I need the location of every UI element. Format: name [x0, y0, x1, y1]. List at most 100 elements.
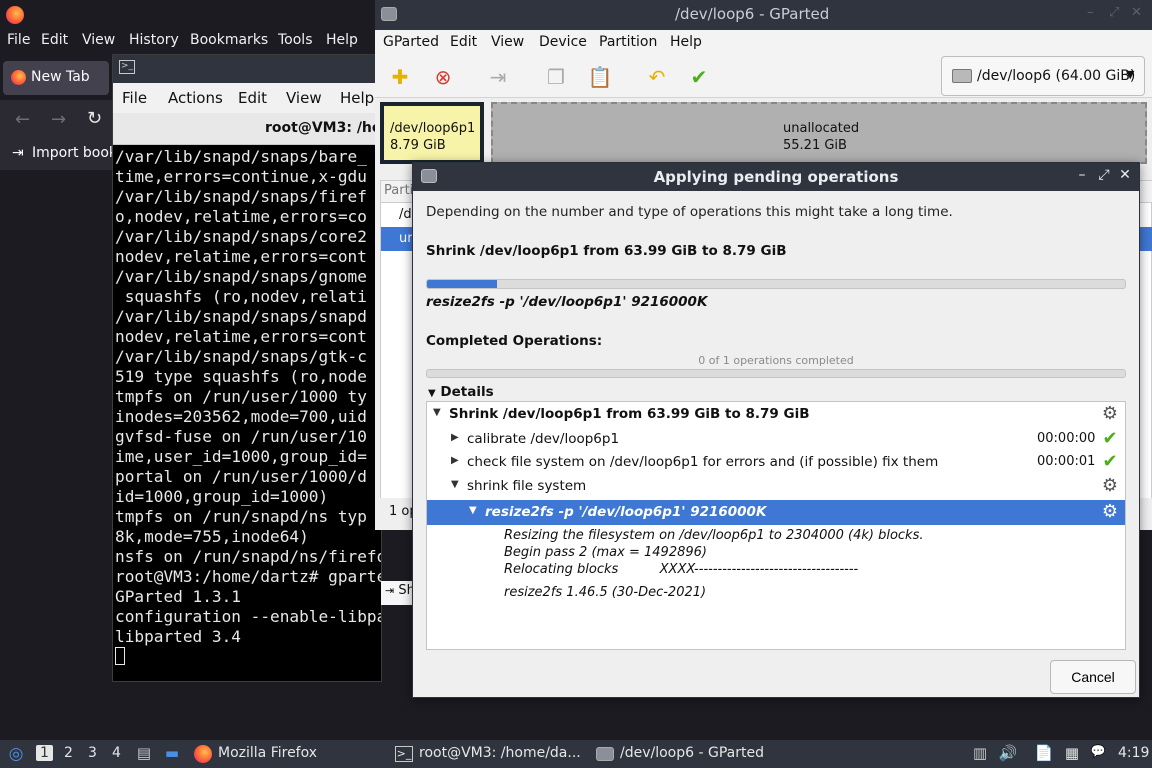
ff-menu-edit[interactable]: Edit: [41, 32, 68, 48]
current-command: resize2fs -p '/dev/loop6p1' 9216000K: [426, 294, 708, 310]
terminal-line: 519 type squashfs (ro,node: [115, 367, 367, 386]
undo-icon[interactable]: ↶: [642, 62, 672, 92]
clipboard-icon[interactable]: 📄: [1034, 744, 1054, 764]
term-menu-edit[interactable]: Edit: [238, 89, 267, 107]
expanded-arrow-icon[interactable]: ▼: [451, 479, 459, 490]
resize-output-line: resize2fs 1.46.5 (30-Dec-2021): [504, 585, 707, 600]
workspace-2[interactable]: 2: [64, 745, 73, 761]
term-menu-view[interactable]: View: [286, 89, 322, 107]
volume-icon[interactable]: 🔊: [998, 744, 1018, 764]
task-firefox[interactable]: Mozilla Firefox: [218, 745, 317, 761]
show-desktop-icon[interactable]: ▬: [162, 744, 182, 764]
terminal-line: /var/lib/snapd/snaps/firef: [115, 187, 367, 206]
apply-operations-dialog: Applying pending operations – ⤢ ✕ Depend…: [412, 162, 1140, 698]
gp-menu-view[interactable]: View: [491, 34, 524, 50]
collapsed-arrow-icon[interactable]: ▶: [451, 432, 459, 443]
firefox-task-icon: [194, 745, 212, 763]
terminal-line: nodev,relatime,errors=cont: [115, 327, 367, 346]
partition-block-unallocated[interactable]: unallocated 55.21 GiB: [491, 102, 1147, 164]
task-terminal[interactable]: root@VM3: /home/da...: [419, 745, 581, 761]
operation-progress-bar: [426, 279, 1126, 289]
start-menu-icon[interactable]: ◎: [6, 744, 26, 764]
collapsed-arrow-icon[interactable]: ▶: [451, 455, 459, 466]
terminal-line: /var/lib/snapd/snaps/gtk-c: [115, 347, 367, 366]
notification-icon[interactable]: 💬: [1088, 744, 1108, 764]
gp-menu-gparted[interactable]: GParted: [383, 34, 439, 50]
terminal-line: libparted 3.4: [115, 627, 241, 646]
terminal-line: o,nodev,relatime,errors=co: [115, 207, 367, 226]
ff-menu-tools[interactable]: Tools: [278, 32, 313, 48]
tree-row-root[interactable]: ▼ Shrink /dev/loop6p1 from 63.99 GiB to …: [427, 402, 1125, 426]
terminal-line: id=1000,group_id=1000): [115, 487, 329, 506]
tree-step3a-label: resize2fs -p '/dev/loop6p1' 9216000K: [485, 504, 767, 520]
expanded-arrow-icon[interactable]: ▼: [469, 505, 477, 516]
firefox-tab-icon: [11, 70, 26, 85]
partition-block-name: /dev/loop6p1: [390, 121, 476, 136]
resize-move-icon[interactable]: ⇥: [483, 62, 513, 92]
task-gparted[interactable]: /dev/loop6 - GParted: [620, 745, 764, 761]
details-expander[interactable]: ▼ Details: [428, 384, 494, 400]
workspace-3[interactable]: 3: [88, 745, 97, 761]
gp-menu-help[interactable]: Help: [670, 34, 702, 50]
firefox-tab-new-tab[interactable]: New Tab: [3, 61, 109, 95]
gp-menu-device[interactable]: Device: [539, 34, 587, 50]
network-icon[interactable]: ▦: [1062, 744, 1082, 764]
maximize-icon[interactable]: ⤢: [1109, 5, 1119, 20]
gp-menu-edit[interactable]: Edit: [450, 34, 477, 50]
paste-icon[interactable]: 📋: [585, 62, 615, 92]
clock[interactable]: 4:19: [1118, 745, 1149, 761]
back-arrow-icon[interactable]: ←: [15, 109, 30, 130]
pending-op-icon: ⇥: [385, 584, 395, 597]
gear-icon: ⚙: [1101, 403, 1119, 424]
device-selector[interactable]: /dev/loop6 (64.00 GiB) ▼: [941, 56, 1145, 96]
apply-icon[interactable]: ✔: [684, 62, 714, 92]
delete-partition-icon[interactable]: ⊗: [428, 62, 458, 92]
reload-icon[interactable]: ↻: [87, 108, 102, 129]
tree-row-check[interactable]: ▶ check file system on /dev/loop6p1 for …: [427, 450, 1125, 474]
gp-menu-partition[interactable]: Partition: [599, 34, 657, 50]
completed-operations-label: Completed Operations:: [426, 333, 603, 349]
dialog-maximize-icon[interactable]: ⤢: [1096, 167, 1112, 185]
file-manager-icon[interactable]: ▤: [134, 744, 154, 764]
terminal-line: tmpfs on /run/snapd/ns typ: [115, 507, 367, 526]
partition-block-loop6p1[interactable]: /dev/loop6p1 8.79 GiB: [380, 102, 484, 164]
forward-arrow-icon[interactable]: →: [51, 109, 66, 130]
close-icon[interactable]: ✕: [1131, 5, 1142, 20]
new-partition-icon[interactable]: ✚: [385, 62, 415, 92]
term-menu-actions[interactable]: Actions: [168, 89, 223, 107]
terminal-line: /var/lib/snapd/snaps/snapd: [115, 307, 367, 326]
current-operation: Shrink /dev/loop6p1 from 63.99 GiB to 8.…: [426, 243, 787, 259]
workspace-4[interactable]: 4: [112, 745, 121, 761]
tree-row-calibrate[interactable]: ▶ calibrate /dev/loop6p1 00:00:00 ✔: [427, 427, 1125, 451]
cancel-button[interactable]: Cancel: [1050, 660, 1136, 694]
terminal-line: time,errors=continue,x-gdu: [115, 167, 367, 186]
workspace-1[interactable]: 1: [36, 745, 53, 761]
terminal-line: /var/lib/snapd/snaps/bare_: [115, 147, 367, 166]
gparted-toolbar: ✚ ⊗ ⇥ ❐ 📋 ↶ ✔ /dev/loop6 (64.00 GiB) ▼: [375, 56, 1152, 98]
success-check-icon: ✔: [1102, 451, 1118, 472]
term-menu-help[interactable]: Help: [340, 89, 374, 107]
term-menu-file[interactable]: File: [122, 89, 147, 107]
gear-icon: ⚙: [1101, 475, 1119, 496]
terminal-menubar: File Actions Edit View Help: [113, 83, 383, 113]
expanded-arrow-icon[interactable]: ▼: [433, 407, 441, 418]
ff-menu-help[interactable]: Help: [326, 32, 358, 48]
ff-menu-history[interactable]: History: [129, 32, 179, 48]
ff-menu-file[interactable]: File: [7, 32, 30, 48]
terminal-line: /var/lib/snapd/snaps/gnome: [115, 267, 367, 286]
copy-icon[interactable]: ❐: [541, 62, 571, 92]
tree-root-label: Shrink /dev/loop6p1 from 63.99 GiB to 8.…: [449, 406, 810, 422]
tree-row-resize2fs[interactable]: ▼ resize2fs -p '/dev/loop6p1' 9216000K ⚙: [427, 500, 1125, 525]
dialog-close-icon[interactable]: ✕: [1117, 167, 1133, 185]
resize-output-line: Resizing the filesystem on /dev/loop6p1 …: [504, 528, 924, 543]
keyboard-layout-icon[interactable]: ▥: [970, 744, 990, 764]
ff-menu-view[interactable]: View: [82, 32, 115, 48]
minimize-icon[interactable]: –: [1087, 5, 1094, 20]
tree-row-shrink-fs[interactable]: ▼ shrink file system ⚙: [427, 474, 1125, 498]
terminal-output[interactable]: /var/lib/snapd/snaps/bare_ time,errors=co…: [115, 147, 381, 667]
ff-menu-bookmarks[interactable]: Bookmarks: [190, 32, 268, 48]
unallocated-size: 55.21 GiB: [783, 138, 847, 153]
dialog-minimize-icon[interactable]: –: [1074, 167, 1090, 185]
terminal-line: nodev,relatime,errors=cont: [115, 247, 367, 266]
details-tree: ▼ Shrink /dev/loop6p1 from 63.99 GiB to …: [426, 401, 1126, 650]
